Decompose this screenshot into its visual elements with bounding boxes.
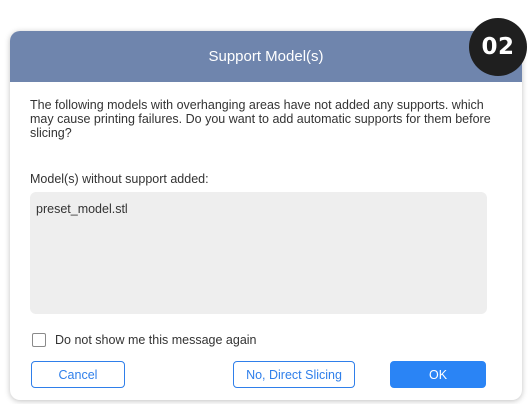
cancel-button[interactable]: Cancel: [31, 361, 125, 388]
dont-show-again-label[interactable]: Do not show me this message again: [55, 333, 257, 347]
list-item[interactable]: preset_model.stl: [36, 202, 128, 216]
direct-slicing-button[interactable]: No, Direct Slicing: [233, 361, 355, 388]
warning-message: The following models with overhanging ar…: [30, 98, 491, 140]
dialog-title: Support Model(s): [208, 48, 324, 65]
dialog-title-bar: Support Model(s): [10, 31, 522, 82]
dont-show-again-checkbox[interactable]: [32, 333, 46, 347]
support-models-dialog: Support Model(s) The following models wi…: [10, 31, 522, 400]
ok-button[interactable]: OK: [390, 361, 486, 388]
model-list[interactable]: preset_model.stl: [30, 192, 487, 314]
models-section-label: Model(s) without support added:: [30, 172, 209, 186]
screen: Support Model(s) The following models wi…: [0, 0, 530, 404]
dont-show-again-row[interactable]: Do not show me this message again: [32, 333, 257, 347]
step-number-badge: 02: [469, 18, 527, 76]
